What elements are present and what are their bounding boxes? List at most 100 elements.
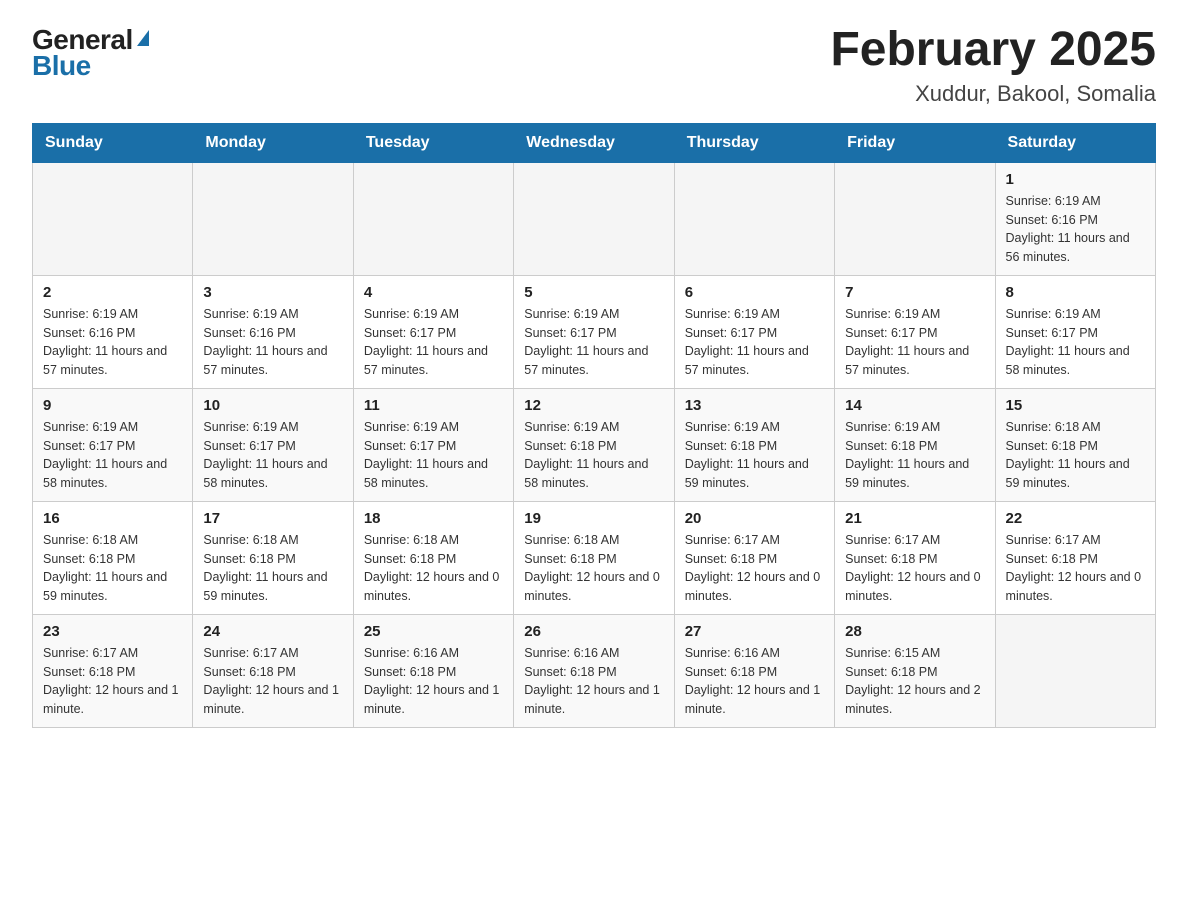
- header-friday: Friday: [835, 123, 995, 162]
- day-info-line: Sunset: 6:17 PM: [524, 324, 663, 343]
- day-info-line: Daylight: 12 hours and 0 minutes.: [364, 568, 503, 606]
- day-info-line: Sunset: 6:18 PM: [685, 663, 824, 682]
- calendar-cell: 21Sunrise: 6:17 AMSunset: 6:18 PMDayligh…: [835, 501, 995, 614]
- day-number: 12: [524, 397, 663, 414]
- header-monday: Monday: [193, 123, 353, 162]
- day-info-line: Sunset: 6:18 PM: [524, 437, 663, 456]
- day-number: 21: [845, 510, 984, 527]
- week-row-5: 23Sunrise: 6:17 AMSunset: 6:18 PMDayligh…: [33, 614, 1156, 727]
- calendar-cell: [995, 614, 1155, 727]
- calendar-cell: 17Sunrise: 6:18 AMSunset: 6:18 PMDayligh…: [193, 501, 353, 614]
- day-info-line: Sunset: 6:18 PM: [43, 550, 182, 569]
- week-row-4: 16Sunrise: 6:18 AMSunset: 6:18 PMDayligh…: [33, 501, 1156, 614]
- day-info-line: Daylight: 11 hours and 58 minutes.: [364, 455, 503, 493]
- day-info-line: Daylight: 11 hours and 57 minutes.: [845, 342, 984, 380]
- day-info-line: Sunrise: 6:16 AM: [685, 644, 824, 663]
- day-info-line: Daylight: 12 hours and 0 minutes.: [524, 568, 663, 606]
- day-info-line: Sunset: 6:18 PM: [685, 550, 824, 569]
- day-number: 6: [685, 284, 824, 301]
- day-info-line: Sunset: 6:18 PM: [845, 437, 984, 456]
- calendar-cell: 15Sunrise: 6:18 AMSunset: 6:18 PMDayligh…: [995, 388, 1155, 501]
- calendar-cell: 18 Sunrise: 6:18 AMSunset: 6:18 PMDayligh…: [353, 501, 513, 614]
- day-info-line: Daylight: 11 hours and 57 minutes.: [685, 342, 824, 380]
- day-number: 7: [845, 284, 984, 301]
- day-number: 18: [364, 510, 503, 527]
- day-number: 27: [685, 623, 824, 640]
- day-info-line: Sunset: 6:18 PM: [364, 550, 503, 569]
- day-info-line: Sunrise: 6:18 AM: [43, 531, 182, 550]
- day-info-line: Sunrise: 6:18 AM: [203, 531, 342, 550]
- header-saturday: Saturday: [995, 123, 1155, 162]
- day-info-line: Sunrise: 6:19 AM: [364, 418, 503, 437]
- calendar-cell: 4Sunrise: 6:19 AMSunset: 6:17 PMDaylight…: [353, 275, 513, 388]
- calendar-cell: 19Sunrise: 6:18 AMSunset: 6:18 PMDayligh…: [514, 501, 674, 614]
- day-info-line: Daylight: 11 hours and 58 minutes.: [43, 455, 182, 493]
- day-info-line: Sunrise: 6:19 AM: [43, 418, 182, 437]
- day-info-line: Sunrise: 6:17 AM: [685, 531, 824, 550]
- day-info-line: Sunset: 6:16 PM: [1006, 211, 1145, 230]
- day-number: 14: [845, 397, 984, 414]
- day-info-line: Daylight: 11 hours and 59 minutes.: [203, 568, 342, 606]
- header-sunday: Sunday: [33, 123, 193, 162]
- logo: General Blue: [32, 24, 149, 82]
- calendar-cell: [353, 162, 513, 275]
- day-number: 9: [43, 397, 182, 414]
- day-info-line: Sunset: 6:17 PM: [364, 324, 503, 343]
- calendar-cell: 9Sunrise: 6:19 AMSunset: 6:17 PMDaylight…: [33, 388, 193, 501]
- day-info-line: Daylight: 11 hours and 57 minutes.: [203, 342, 342, 380]
- title-area: February 2025 Xuddur, Bakool, Somalia: [830, 24, 1156, 107]
- day-info-line: Sunset: 6:17 PM: [685, 324, 824, 343]
- calendar-cell: 28Sunrise: 6:15 AMSunset: 6:18 PMDayligh…: [835, 614, 995, 727]
- day-info-line: Sunset: 6:18 PM: [1006, 550, 1145, 569]
- day-info-line: Daylight: 12 hours and 0 minutes.: [1006, 568, 1145, 606]
- calendar-cell: 5 Sunrise: 6:19 AMSunset: 6:17 PMDaylight…: [514, 275, 674, 388]
- day-number: 10: [203, 397, 342, 414]
- calendar-cell: 14Sunrise: 6:19 AMSunset: 6:18 PMDayligh…: [835, 388, 995, 501]
- day-info-line: Sunrise: 6:18 AM: [524, 531, 663, 550]
- day-number: 1: [1006, 171, 1145, 188]
- day-number: 5: [524, 284, 663, 301]
- calendar-cell: 26Sunrise: 6:16 AMSunset: 6:18 PMDayligh…: [514, 614, 674, 727]
- day-info-line: Sunrise: 6:19 AM: [685, 418, 824, 437]
- calendar-cell: 6Sunrise: 6:19 AMSunset: 6:17 PMDaylight…: [674, 275, 834, 388]
- day-info-line: Sunset: 6:18 PM: [685, 437, 824, 456]
- day-info-line: Sunrise: 6:17 AM: [203, 644, 342, 663]
- logo-triangle-icon: [137, 30, 149, 46]
- calendar-cell: 23Sunrise: 6:17 AMSunset: 6:18 PMDayligh…: [33, 614, 193, 727]
- day-info-line: Sunrise: 6:19 AM: [1006, 192, 1145, 211]
- week-row-3: 9 Sunrise: 6:19 AM Sunset: 6:17 PM Daylight…: [33, 388, 1156, 501]
- day-info-line: Daylight: 12 hours and 1 minute.: [364, 681, 503, 719]
- header-wednesday: Wednesday: [514, 123, 674, 162]
- day-info-line: Sunrise: 6:19 AM: [845, 305, 984, 324]
- day-info-line: Sunrise: 6:16 AM: [364, 644, 503, 663]
- day-number: 20: [685, 510, 824, 527]
- week-row-1: 1Sunrise: 6:19 AMSunset: 6:16 PMDaylight…: [33, 162, 1156, 275]
- day-info-line: Sunset: 6:17 PM: [203, 437, 342, 456]
- calendar-cell: 8Sunrise: 6:19 AMSunset: 6:17 PMDaylight…: [995, 275, 1155, 388]
- day-info-line: Sunrise: 6:19 AM: [845, 418, 984, 437]
- day-info-line: Sunrise: 6:18 AM: [364, 531, 503, 550]
- day-number: 15: [1006, 397, 1145, 414]
- calendar-cell: 27Sunrise: 6:16 AMSunset: 6:18 PMDayligh…: [674, 614, 834, 727]
- logo-blue: Blue: [32, 50, 91, 82]
- calendar-cell: [835, 162, 995, 275]
- calendar-cell: 24Sunrise: 6:17 AMSunset: 6:18 PMDayligh…: [193, 614, 353, 727]
- day-info-line: Sunset: 6:16 PM: [203, 324, 342, 343]
- calendar-cell: 10Sunrise: 6:19 AMSunset: 6:17 PMDayligh…: [193, 388, 353, 501]
- calendar-cell: [674, 162, 834, 275]
- calendar-cell: 11Sunrise: 6:19 AMSunset: 6:17 PMDayligh…: [353, 388, 513, 501]
- calendar-cell: 2Sunrise: 6:19 AMSunset: 6:16 PMDaylight…: [33, 275, 193, 388]
- day-info-line: Sunset: 6:16 PM: [43, 324, 182, 343]
- day-info-line: Sunset: 6:18 PM: [43, 663, 182, 682]
- day-info-line: Sunrise: 6:15 AM: [845, 644, 984, 663]
- day-info-line: Daylight: 12 hours and 0 minutes.: [685, 568, 824, 606]
- day-info-line: Sunset: 6:17 PM: [1006, 324, 1145, 343]
- day-info-line: Daylight: 11 hours and 57 minutes.: [524, 342, 663, 380]
- day-info-line: Sunset: 6:18 PM: [524, 663, 663, 682]
- day-number: 4: [364, 284, 503, 301]
- day-info-line: Sunrise: 6:19 AM: [524, 305, 663, 324]
- day-number: 8: [1006, 284, 1145, 301]
- calendar-cell: 3Sunrise: 6:19 AMSunset: 6:16 PMDaylight…: [193, 275, 353, 388]
- day-number: 19: [524, 510, 663, 527]
- page-header: General Blue February 2025 Xuddur, Bakoo…: [32, 24, 1156, 107]
